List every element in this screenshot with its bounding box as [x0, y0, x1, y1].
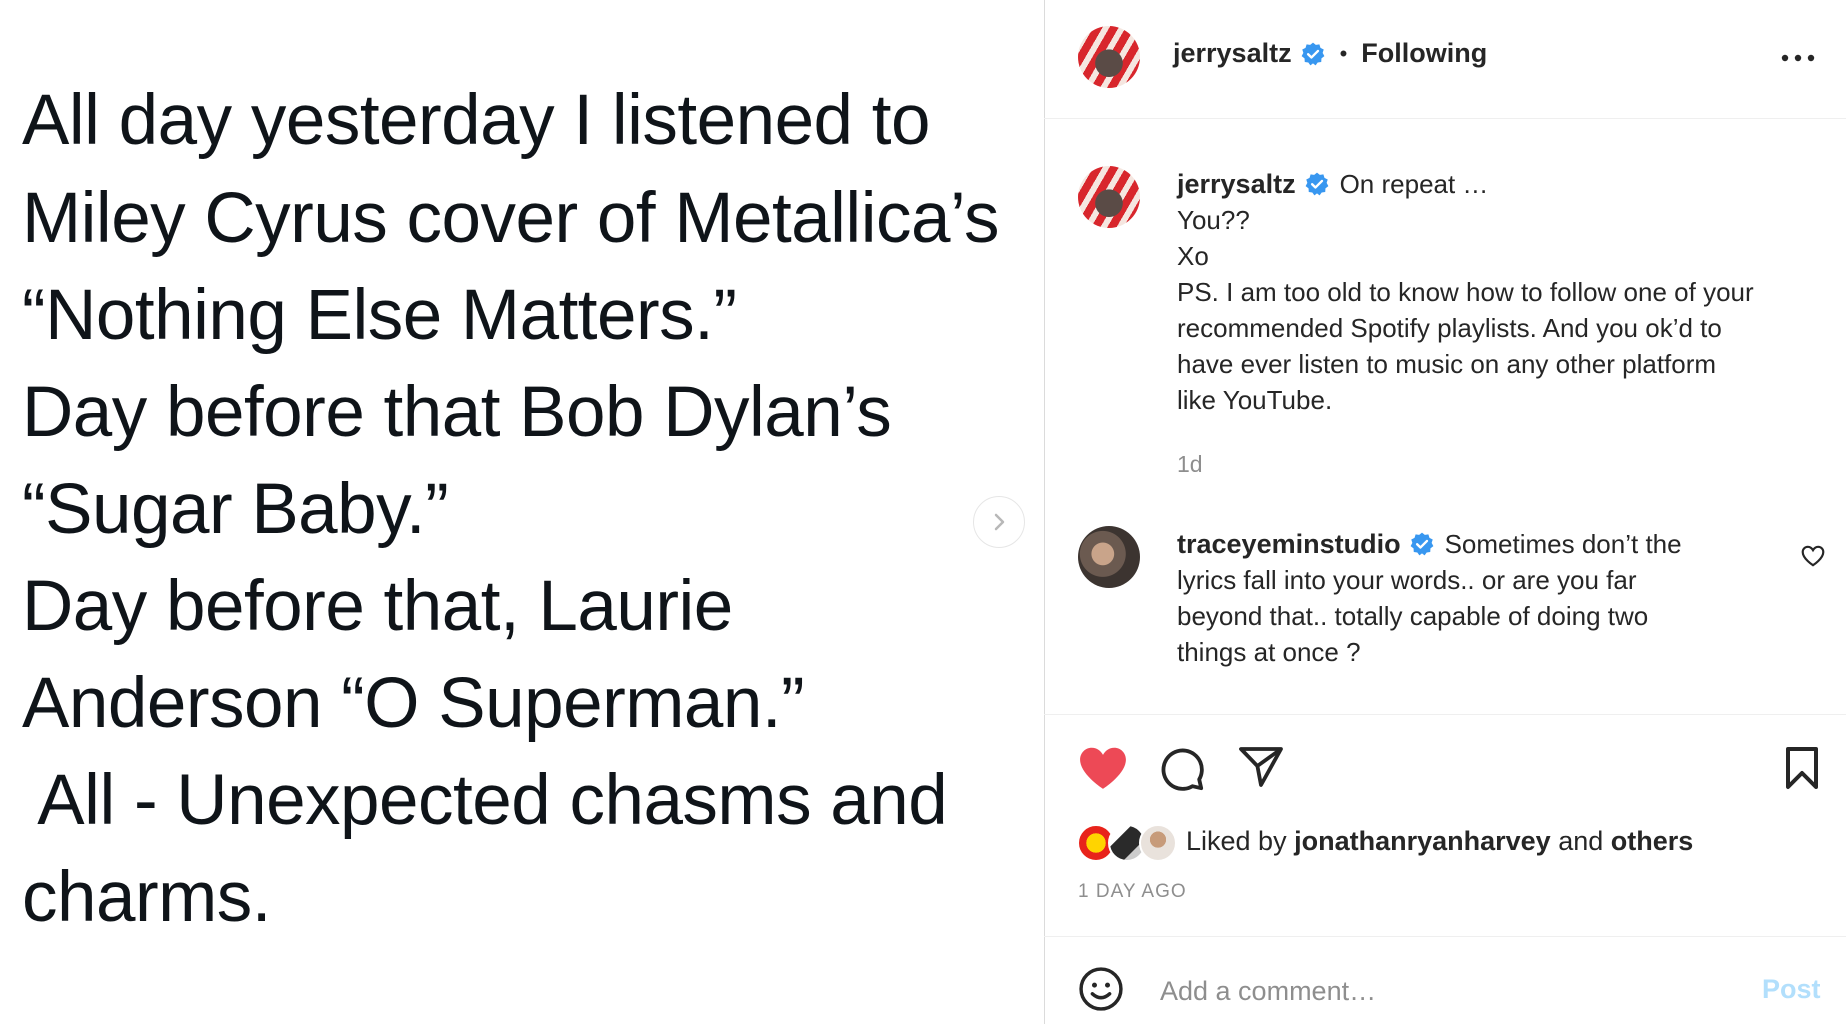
image-text-line: Miley Cyrus cover of Metallica’s [22, 179, 999, 258]
liked-by-text: Liked by jonathanryanharvey and others [1186, 826, 1693, 857]
emoji-button[interactable] [1078, 966, 1124, 1012]
post-header: jerrysaltz • Following [1173, 38, 1487, 69]
post-comment-button[interactable]: Post [1762, 974, 1821, 1005]
caption-first-line: jerrysaltz On repeat … [1177, 166, 1488, 202]
caption-text: have ever listen to music on any other p… [1177, 349, 1717, 379]
post-image: All day yesterday I listened to Miley Cy… [0, 0, 1044, 1024]
liked-by-others[interactable]: others [1611, 826, 1694, 856]
header-separator: • [1339, 40, 1348, 66]
liked-by-and: and [1558, 826, 1604, 856]
chevron-right-icon [994, 513, 1005, 531]
post-panel [1044, 0, 1846, 1024]
verified-badge-icon [1301, 42, 1324, 65]
author-avatar[interactable] [1078, 26, 1140, 88]
heart-filled-icon [1080, 747, 1126, 789]
caption-avatar[interactable] [1078, 166, 1140, 228]
liked-by-user[interactable]: jonathanryanharvey [1294, 826, 1551, 856]
image-text-line: “Sugar Baby.” [22, 470, 449, 549]
comment-first-line: traceyeminstudio Sometimes don’t the [1177, 526, 1682, 562]
share-button[interactable] [1237, 745, 1285, 789]
verified-badge-icon [1305, 172, 1328, 196]
caption-text: On repeat … [1339, 169, 1489, 199]
caption-text: You?? [1177, 205, 1250, 235]
more-horizontal-icon [1781, 54, 1815, 62]
comment-text: lyrics fall into your words.. or are you… [1177, 565, 1637, 595]
image-text-line: Anderson “O Superman.” [22, 664, 805, 743]
commenter-username[interactable]: traceyeminstudio [1177, 526, 1401, 562]
save-button[interactable] [1784, 746, 1820, 790]
smiley-icon [1079, 967, 1123, 1011]
caption-text: recommended Spotify playlists. And you o… [1177, 313, 1722, 343]
header-divider [1044, 118, 1846, 119]
more-options-button[interactable] [1778, 44, 1818, 72]
comment-input[interactable] [1158, 970, 1722, 1012]
comments-divider [1044, 714, 1846, 715]
image-text-line: All - Unexpected chasms and [22, 761, 948, 840]
liker-avatar[interactable] [1139, 824, 1177, 862]
image-text-line: All day yesterday I listened to [22, 81, 931, 160]
author-username[interactable]: jerrysaltz [1173, 38, 1292, 69]
caption-text: Xo [1177, 241, 1209, 271]
commenter-avatar[interactable] [1078, 526, 1140, 588]
send-icon [1239, 747, 1283, 787]
comment-text: Sometimes don’t the [1444, 529, 1682, 559]
comment-bubble-icon [1161, 748, 1204, 791]
image-text-line: Day before that, Laurie [22, 567, 733, 646]
actions-divider [1044, 936, 1846, 937]
post-timestamp[interactable]: 1 DAY AGO [1078, 881, 1187, 903]
comment-button[interactable] [1158, 745, 1206, 793]
following-button[interactable]: Following [1361, 38, 1487, 69]
heart-outline-icon [1801, 545, 1825, 567]
comment-text: beyond that.. totally capable of doing t… [1177, 601, 1649, 631]
caption-username[interactable]: jerrysaltz [1177, 166, 1296, 202]
image-text-line: “Nothing Else Matters.” [22, 276, 737, 355]
bookmark-icon [1786, 747, 1818, 789]
caption-text: like YouTube. [1177, 385, 1333, 415]
comment-text: things at once ? [1177, 637, 1361, 667]
image-text-line: charms. [22, 858, 272, 937]
next-image-button[interactable] [973, 496, 1025, 548]
like-button[interactable] [1078, 745, 1128, 791]
image-text-line: Day before that Bob Dylan’s [22, 373, 892, 452]
comment-like-button[interactable] [1800, 543, 1826, 569]
caption-timestamp[interactable]: 1d [1177, 446, 1203, 482]
caption-text: PS. I am too old to know how to follow o… [1177, 277, 1754, 307]
verified-badge-icon [1410, 532, 1433, 556]
liked-by-prefix: Liked by [1186, 826, 1287, 856]
